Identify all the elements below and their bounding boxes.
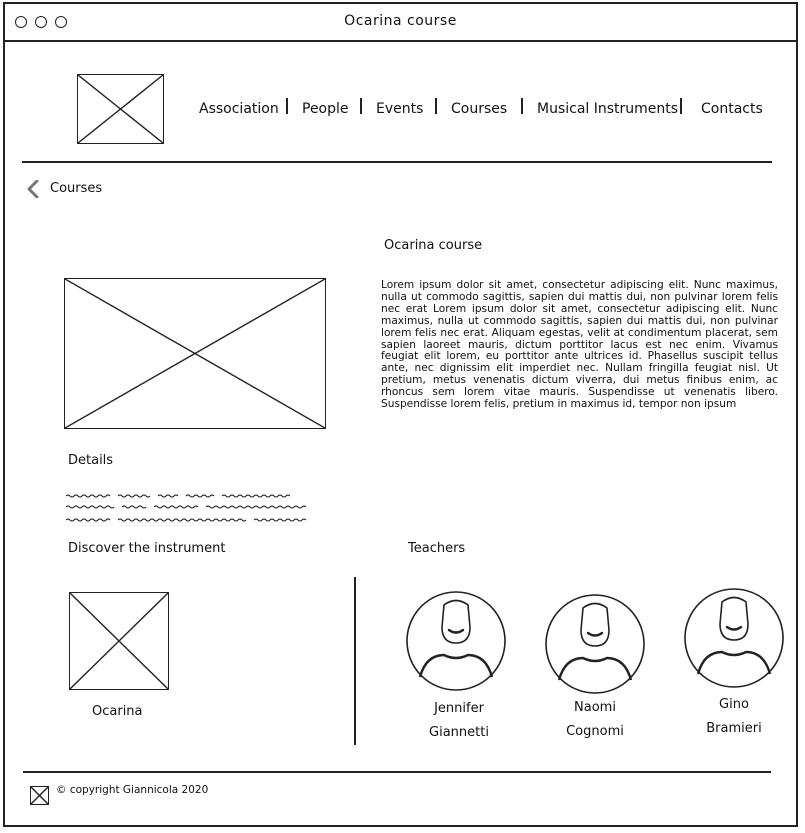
teacher-first-name: Gino [719, 697, 749, 712]
footer-divider [23, 771, 771, 773]
nav-item-musical-instruments[interactable]: Musical Instruments [537, 100, 678, 118]
nav-separator [521, 98, 523, 114]
logo-placeholder-icon[interactable] [77, 74, 164, 144]
teacher-last-name: Cognomi [566, 724, 624, 739]
nav-item-association[interactable]: Association [199, 100, 279, 118]
title-bar: Ocarina course [5, 4, 796, 42]
course-title: Ocarina course [384, 238, 483, 253]
breadcrumb[interactable]: Courses [26, 178, 116, 200]
chevron-left-icon [26, 179, 40, 199]
course-image-placeholder-icon [64, 278, 326, 429]
breadcrumb-label: Courses [50, 181, 103, 196]
instrument-heading: Discover the instrument [68, 541, 226, 556]
nav-item-events[interactable]: Events [376, 100, 423, 118]
teacher-first-name: Jennifer [434, 701, 484, 716]
user-avatar-icon[interactable] [684, 588, 784, 688]
teacher-last-name: Bramieri [706, 721, 762, 736]
details-scribble-line [65, 494, 309, 509]
nav-item-people[interactable]: People [302, 100, 349, 118]
header-divider [22, 161, 772, 163]
window-title: Ocarina course [344, 13, 457, 29]
teacher-name[interactable]: Naomi Cognomi [552, 696, 638, 744]
nav-item-courses[interactable]: Courses [451, 100, 507, 118]
instrument-image-placeholder-icon[interactable] [69, 592, 169, 690]
footer-copyright: © copyright Giannicola 2020 [56, 784, 209, 796]
nav-separator [680, 98, 682, 114]
course-description: Lorem ipsum dolor sit amet, consectetur … [381, 279, 778, 411]
section-divider [354, 577, 356, 745]
user-avatar-icon[interactable] [545, 594, 645, 694]
teacher-first-name: Naomi [574, 700, 616, 715]
details-heading: Details [68, 453, 114, 468]
instrument-name[interactable]: Ocarina [92, 704, 143, 719]
details-scribble-line [65, 507, 307, 522]
teacher-last-name: Giannetti [429, 725, 489, 740]
nav-separator [360, 98, 362, 114]
details-scribble-line [65, 483, 291, 498]
teacher-name[interactable]: Gino Bramieri [691, 693, 777, 741]
footer-logo-placeholder-icon [30, 786, 49, 805]
teachers-heading: Teachers [408, 541, 466, 556]
nav-item-contacts[interactable]: Contacts [701, 100, 763, 118]
user-avatar-icon[interactable] [406, 591, 506, 691]
nav-separator [286, 98, 288, 114]
teacher-name[interactable]: Jennifer Giannetti [416, 697, 502, 745]
nav-separator [435, 98, 437, 114]
